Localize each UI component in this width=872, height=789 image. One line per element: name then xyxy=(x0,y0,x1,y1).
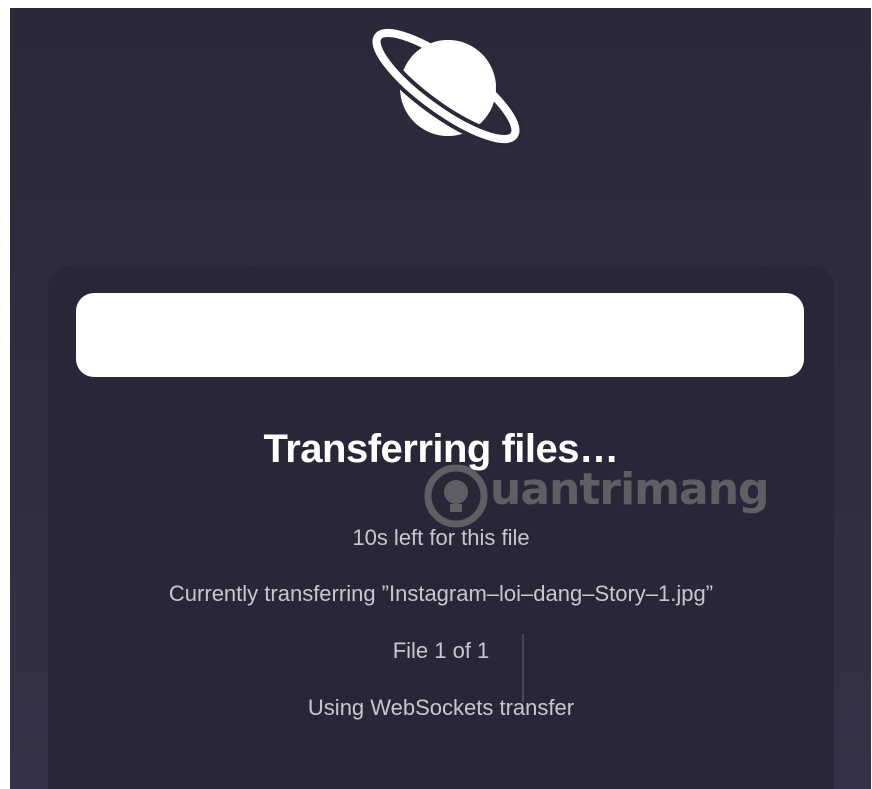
lightbulb-icon xyxy=(424,464,488,528)
app-screen: Transferring files… 10s left for this fi… xyxy=(10,8,871,789)
progress-bar xyxy=(76,293,804,377)
watermark: uantrimang xyxy=(420,460,820,532)
progress-bar-fill xyxy=(76,293,804,377)
planet-icon xyxy=(368,24,524,148)
transfer-method-text: Using WebSockets transfer xyxy=(307,695,575,720)
watermark-text: uantrimang xyxy=(490,464,770,515)
divider xyxy=(522,634,524,702)
file-count-text: File 1 of 1 xyxy=(392,638,490,663)
current-file-text: Currently transferring ”Instagram–loi–da… xyxy=(168,581,714,606)
